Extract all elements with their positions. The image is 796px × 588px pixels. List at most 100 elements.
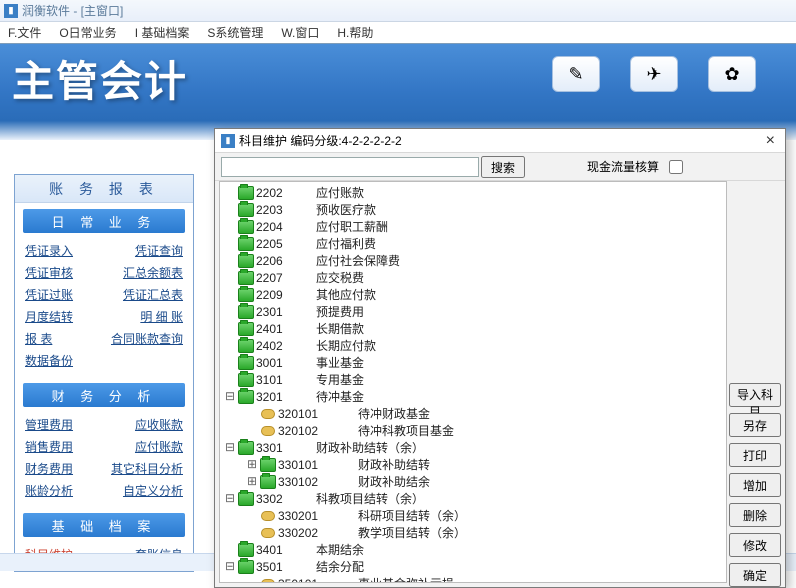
sidebar-link[interactable]: 月度结转 [25, 308, 73, 325]
search-button[interactable]: 搜索 [481, 156, 525, 178]
window-title: 润衡软件 - [主窗口] [22, 2, 123, 19]
delete-button[interactable]: 删除 [729, 503, 781, 527]
dialog-body: ·2202应付账款·2203预收医疗款·2204应付职工薪酬·2205应付福利费… [215, 181, 785, 587]
tree-row[interactable]: ·2301预提费用 [224, 303, 726, 320]
import-button[interactable]: 导入科目 [729, 383, 781, 407]
dialog-title: 科目维护 编码分级:4-2-2-2-2-2 [239, 132, 402, 149]
ok-button[interactable]: 确定 [729, 563, 781, 587]
subject-label: 专用基金 [316, 371, 364, 388]
tree-row[interactable]: ⊞330101财政补助结转 [224, 456, 726, 473]
subject-label: 科研项目结转（余） [358, 507, 466, 524]
subject-label: 应付社会保障费 [316, 252, 400, 269]
sidebar-link[interactable]: 应收账款 [135, 416, 183, 433]
folder-icon [260, 475, 276, 489]
sidebar-link[interactable]: 凭证查询 [135, 242, 183, 259]
print-button[interactable]: 打印 [729, 443, 781, 467]
tree-row[interactable]: ·2402长期应付款 [224, 337, 726, 354]
section-fin-head[interactable]: 财 务 分 析 [23, 383, 185, 407]
subject-code: 2205 [256, 237, 316, 251]
subject-label: 其他应付款 [316, 286, 376, 303]
sidebar-link[interactable]: 账龄分析 [25, 482, 73, 499]
sidebar-link[interactable]: 财务费用 [25, 460, 73, 477]
banner: 主管会计 ✎ ✈ ✿ [0, 44, 796, 140]
collapse-icon[interactable]: ⊟ [224, 491, 236, 506]
tree-row[interactable]: ·2401长期借款 [224, 320, 726, 337]
section-daily-head[interactable]: 日 常 业 务 [23, 209, 185, 233]
expand-icon[interactable]: ⊞ [246, 457, 258, 472]
tree-row[interactable]: ·2205应付福利费 [224, 235, 726, 252]
close-icon[interactable]: × [762, 133, 779, 149]
menu-file[interactable]: F.文件 [8, 24, 41, 41]
modify-button[interactable]: 修改 [729, 533, 781, 557]
tree-row[interactable]: ·2202应付账款 [224, 184, 726, 201]
menu-sys[interactable]: S系统管理 [207, 24, 263, 41]
subject-label: 待冲基金 [316, 388, 364, 405]
collapse-icon[interactable]: ⊟ [224, 440, 236, 455]
menu-base[interactable]: I 基础档案 [135, 24, 190, 41]
subject-code: 320102 [278, 424, 358, 438]
tree-row[interactable]: ·3001事业基金 [224, 354, 726, 371]
sidebar-link[interactable]: 自定义分析 [123, 482, 183, 499]
subject-label: 结余分配 [316, 558, 364, 575]
tree-row[interactable]: ·2207应交税费 [224, 269, 726, 286]
subject-label: 预收医疗款 [316, 201, 376, 218]
folder-icon [238, 560, 254, 574]
menu-help[interactable]: H.帮助 [337, 24, 373, 41]
sidebar-link[interactable]: 凭证过账 [25, 286, 73, 303]
tree-row[interactable]: ⊟3301财政补助结转（余） [224, 439, 726, 456]
sidebar-link[interactable]: 明 细 账 [140, 308, 183, 325]
search-input[interactable] [221, 157, 479, 177]
subject-label: 财政补助结余 [358, 473, 430, 490]
tree-row[interactable]: ·2209其他应付款 [224, 286, 726, 303]
sidebar-link[interactable]: 报 表 [25, 330, 52, 347]
expand-icon[interactable]: ⊞ [246, 474, 258, 489]
main-menubar: F.文件 O日常业务 I 基础档案 S系统管理 W.窗口 H.帮助 [0, 22, 796, 44]
sidebar-link[interactable]: 汇总余额表 [123, 264, 183, 281]
cash-flow-checkbox[interactable] [669, 160, 683, 174]
sidebar-link[interactable]: 其它科目分析 [111, 460, 183, 477]
tree-row[interactable]: ·2203预收医疗款 [224, 201, 726, 218]
sidebar-link[interactable]: 数据备份 [25, 352, 73, 369]
tree-row[interactable]: ·330201科研项目结转（余） [224, 507, 726, 524]
subject-label: 应交税费 [316, 269, 364, 286]
banner-btn-3[interactable]: ✿ [708, 56, 756, 92]
sidebar-link[interactable]: 销售费用 [25, 438, 73, 455]
subject-code: 330101 [278, 458, 358, 472]
sidebar: 账 务 报 表 日 常 业 务 凭证录入凭证查询凭证审核汇总余额表凭证过账凭证汇… [14, 174, 194, 572]
folder-icon [260, 458, 276, 472]
tree-row[interactable]: ·2204应付职工薪酬 [224, 218, 726, 235]
sidebar-link[interactable]: 合同账款查询 [111, 330, 183, 347]
banner-btn-2[interactable]: ✈ [630, 56, 678, 92]
tree-row[interactable]: ·2206应付社会保障费 [224, 252, 726, 269]
tree-row[interactable]: ·3101专用基金 [224, 371, 726, 388]
subject-code: 320101 [278, 407, 358, 421]
saveas-button[interactable]: 另存 [729, 413, 781, 437]
tree-row[interactable]: ⊟3501结余分配 [224, 558, 726, 575]
menu-window[interactable]: W.窗口 [281, 24, 319, 41]
sidebar-link[interactable]: 管理费用 [25, 416, 73, 433]
menu-daily[interactable]: O日常业务 [59, 24, 116, 41]
leaf-icon [261, 426, 275, 436]
subject-tree[interactable]: ·2202应付账款·2203预收医疗款·2204应付职工薪酬·2205应付福利费… [219, 181, 727, 583]
tree-row[interactable]: ·3401本期结余 [224, 541, 726, 558]
sidebar-link[interactable]: 凭证汇总表 [123, 286, 183, 303]
tree-row[interactable]: ·320102待冲科教项目基金 [224, 422, 726, 439]
sidebar-link[interactable]: 应付账款 [135, 438, 183, 455]
collapse-icon[interactable]: ⊟ [224, 559, 236, 574]
tree-row[interactable]: ⊞ 330102财政补助结余 [224, 473, 726, 490]
subject-code: 3401 [256, 543, 316, 557]
collapse-icon[interactable]: ⊟ [224, 389, 236, 404]
banner-btn-1[interactable]: ✎ [552, 56, 600, 92]
subject-code: 330102 [278, 475, 358, 489]
sidebar-link[interactable]: 凭证审核 [25, 264, 73, 281]
add-button[interactable]: 增加 [729, 473, 781, 497]
sidebar-link[interactable]: 凭证录入 [25, 242, 73, 259]
section-base-head[interactable]: 基 础 档 案 [23, 513, 185, 537]
tree-row[interactable]: ·350101事业基金弥补亏损 [224, 575, 726, 583]
tree-row[interactable]: ⊟3201待冲基金 [224, 388, 726, 405]
subject-code: 2402 [256, 339, 316, 353]
tree-row[interactable]: ·320101待冲财政基金 [224, 405, 726, 422]
tree-row[interactable]: ⊟3302科教项目结转（余） [224, 490, 726, 507]
folder-icon [238, 237, 254, 251]
tree-row[interactable]: ·330202教学项目结转（余） [224, 524, 726, 541]
